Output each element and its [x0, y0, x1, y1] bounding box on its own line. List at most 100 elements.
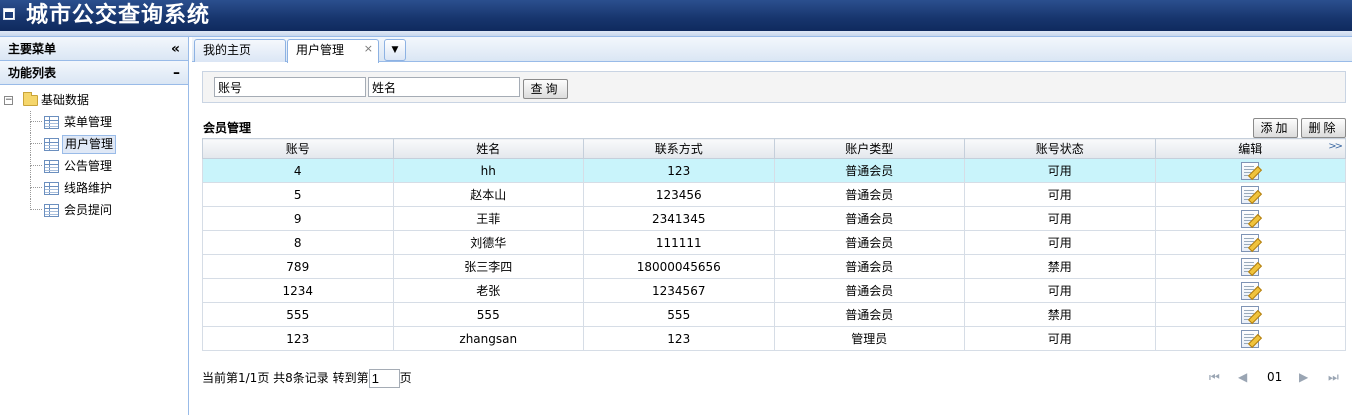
cell-contact: 1234567	[583, 278, 775, 303]
tab-label: 用户管理	[296, 43, 345, 57]
edit-icon[interactable]	[1241, 233, 1260, 252]
column-header-edit-label: 编辑	[1238, 142, 1263, 156]
cell-account-status: 可用	[964, 230, 1156, 255]
cell-account: 8	[202, 230, 394, 255]
table-row[interactable]: 4 hh 123 普通会员 可用	[202, 158, 1346, 183]
cell-edit	[1154, 230, 1346, 255]
edit-icon[interactable]	[1241, 257, 1260, 276]
table-row[interactable]: 789 张三李四 18000045656 普通会员 禁用	[202, 254, 1346, 279]
table-row[interactable]: 1234 老张 1234567 普通会员 可用	[202, 278, 1346, 303]
cell-name: hh	[392, 158, 584, 183]
query-button[interactable]: 查询	[523, 79, 568, 99]
cell-account-status: 可用	[964, 278, 1156, 303]
expand-columns-icon[interactable]: >>	[1328, 141, 1343, 152]
table-row[interactable]: 8 刘德华 111111 普通会员 可用	[202, 230, 1346, 255]
column-header-contact[interactable]: 联系方式	[583, 138, 775, 159]
pager-summary: 当前第1/1页 共8条记录 转到第	[202, 371, 369, 385]
last-page-icon[interactable]: ⏭	[1328, 368, 1339, 386]
table-icon	[44, 204, 59, 217]
cell-account-status: 可用	[964, 326, 1156, 351]
sidebar-item-user-management[interactable]: 用户管理	[0, 133, 188, 155]
column-header-account-status[interactable]: 账号状态	[964, 138, 1156, 159]
cell-account-type: 普通会员	[773, 182, 965, 207]
sidebar-item-member-questions[interactable]: 会员提问	[0, 199, 188, 221]
tree-toggle-icon[interactable]: −	[4, 96, 13, 105]
tree-connector	[30, 111, 42, 133]
tree-connector	[30, 155, 42, 177]
table-icon	[44, 138, 59, 151]
function-list-header[interactable]: 功能列表 –	[0, 61, 188, 85]
table-icon	[44, 160, 59, 173]
previous-page-icon[interactable]: ◀	[1238, 368, 1247, 386]
app-title: 城市公交查询系统	[26, 3, 211, 28]
tab-user-management[interactable]: 用户管理 ×	[287, 39, 379, 63]
main-menu-header: 主要菜单 «	[0, 37, 188, 61]
cell-edit	[1154, 206, 1346, 231]
main-menu-title: 主要菜单	[8, 42, 57, 56]
edit-icon[interactable]	[1241, 209, 1260, 228]
close-tab-icon[interactable]: ×	[364, 38, 373, 59]
cell-account-status: 可用	[964, 158, 1156, 183]
edit-icon[interactable]	[1241, 185, 1260, 204]
window-icon	[3, 8, 15, 20]
tab-bar: 我的主页 用户管理 × ▼	[192, 37, 1352, 63]
cell-account-type: 普通会员	[773, 278, 965, 303]
tab-menu-dropdown[interactable]: ▼	[384, 39, 406, 61]
delete-button[interactable]: 删除	[1301, 118, 1346, 138]
cell-name: 555	[392, 302, 584, 327]
collapse-sidebar-icon[interactable]: «	[171, 37, 180, 61]
column-header-name[interactable]: 姓名	[392, 138, 584, 159]
table-row[interactable]: 123 zhangsan 123 管理员 可用	[202, 326, 1346, 351]
sidebar-item-label: 公告管理	[64, 159, 113, 173]
sidebar-item-label: 会员提问	[64, 203, 113, 217]
tree-connector	[30, 177, 42, 199]
next-page-icon[interactable]: ▶	[1299, 368, 1308, 386]
sidebar-item-menu-management[interactable]: 菜单管理	[0, 111, 188, 133]
cell-name: zhangsan	[392, 326, 584, 351]
cell-account: 9	[202, 206, 394, 231]
tab-home[interactable]: 我的主页	[194, 39, 286, 62]
cell-account-status: 禁用	[964, 254, 1156, 279]
edit-icon[interactable]	[1241, 305, 1260, 324]
cell-contact: 555	[583, 302, 775, 327]
page-number-input[interactable]	[368, 369, 400, 388]
cell-account: 5	[202, 182, 394, 207]
edit-icon[interactable]	[1241, 281, 1260, 300]
sidebar-item-route-maintenance[interactable]: 线路维护	[0, 177, 188, 199]
sidebar-item-label: 线路维护	[64, 181, 113, 195]
cell-edit	[1154, 278, 1346, 303]
sidebar-item-label: 用户管理	[62, 135, 117, 154]
search-bar: 查询	[202, 71, 1346, 103]
collapse-function-list-icon[interactable]: –	[173, 61, 180, 85]
cell-account-type: 普通会员	[773, 206, 965, 231]
column-header-account[interactable]: 账号	[202, 138, 394, 159]
account-search-input[interactable]	[214, 77, 366, 97]
sidebar-item-announcement-management[interactable]: 公告管理	[0, 155, 188, 177]
first-page-icon[interactable]: ⏮	[1209, 368, 1220, 386]
cell-account-type: 普通会员	[773, 158, 965, 183]
tab-label: 我的主页	[203, 43, 252, 57]
column-header-edit[interactable]: 编辑 >>	[1154, 138, 1346, 159]
app-banner: 城市公交查询系统	[0, 0, 1352, 31]
cell-account-status: 可用	[964, 206, 1156, 231]
tree-node-basic-data[interactable]: − 基础数据	[0, 89, 188, 111]
table-row[interactable]: 9 王菲 2341345 普通会员 可用	[202, 206, 1346, 231]
cell-account: 555	[202, 302, 394, 327]
name-search-input[interactable]	[368, 77, 520, 97]
table-row[interactable]: 555 555 555 普通会员 禁用	[202, 302, 1346, 327]
cell-account: 1234	[202, 278, 394, 303]
cell-contact: 123	[583, 158, 775, 183]
table-icon	[44, 182, 59, 195]
table-icon	[44, 116, 59, 129]
cell-contact: 2341345	[583, 206, 775, 231]
edit-icon[interactable]	[1241, 161, 1260, 180]
cell-account: 789	[202, 254, 394, 279]
cell-edit	[1154, 182, 1346, 207]
table-row[interactable]: 5 赵本山 123456 普通会员 可用	[202, 182, 1346, 207]
column-header-account-type[interactable]: 账户类型	[773, 138, 965, 159]
edit-icon[interactable]	[1241, 329, 1260, 348]
tree-connector	[30, 199, 42, 210]
cell-name: 刘德华	[392, 230, 584, 255]
add-button[interactable]: 添加	[1253, 118, 1298, 138]
cell-account-status: 禁用	[964, 302, 1156, 327]
